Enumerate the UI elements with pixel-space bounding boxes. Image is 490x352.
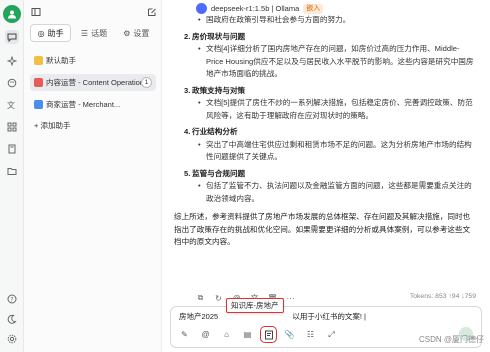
input-toolbar: ✎ @ ⌂ ▤ 📎 ☷ ⤢ — [179, 326, 337, 343]
assistant-message: 国政府在政策引导和社会参与方面的努力。 房价现状与问题 文档[4]详细分析了国内… — [174, 14, 474, 264]
section-heading: 房价现状与问题 — [174, 31, 474, 44]
section-bullet: 文档[4]详细分析了国内房地产存在的问题，如房价过高的压力作用、Middle-P… — [174, 43, 474, 81]
svg-text:?: ? — [10, 297, 13, 304]
gear-icon: ⚙ — [123, 28, 131, 38]
message-text: 国政府在政策引导和社会参与方面的努力。 — [174, 14, 474, 27]
topic-count-badge: 1 — [141, 77, 152, 88]
web-search-icon[interactable]: ⌂ — [221, 329, 232, 340]
section-bullet: 包括了监管不力、执法问题以及金融监管方面的问题，这些都是需要重点关注的政治领域内… — [174, 180, 474, 205]
deepseek-logo-icon — [196, 3, 207, 14]
sidebar-toolbar — [24, 4, 162, 20]
paint-icon[interactable] — [5, 76, 19, 90]
knowledge-base-icon[interactable] — [260, 326, 277, 343]
assistant-item-merchant-ops[interactable]: 商家运营 - Merchant... — [30, 96, 156, 113]
section-bullet: 突出了中高端住宅供应过剩和租赁市场不足的问题。这为分析房地产市场的结构性问题提供… — [174, 139, 474, 164]
folder-icon[interactable] — [5, 164, 19, 178]
more-icon[interactable]: ⋯ — [286, 294, 295, 303]
new-topic-icon[interactable]: ✎ — [179, 329, 190, 340]
sidebar-tabs: ◎ 助手 ☰ 话题 ⚙ 设置 — [30, 24, 156, 42]
robot-icon: ◎ — [37, 28, 45, 38]
new-chat-icon[interactable] — [146, 6, 158, 18]
tab-settings[interactable]: ⚙ 设置 — [117, 24, 156, 42]
list-icon: ☰ — [80, 28, 89, 38]
section-heading: 行业结构分析 — [174, 126, 474, 139]
chat-icon[interactable] — [5, 30, 19, 44]
section-heading: 监管与合规问题 — [174, 168, 474, 181]
translate-icon[interactable]: 文 — [5, 98, 19, 112]
toggle-sidebar-icon[interactable] — [30, 6, 42, 18]
expand-icon[interactable]: ⤢ — [326, 329, 337, 340]
sparkle-icon[interactable] — [5, 54, 19, 68]
assistant-sidebar: ◎ 助手 ☰ 话题 ⚙ 设置 默认助手 内容运营 - Content Opera… — [24, 0, 162, 352]
section-bullet: 文档[5]提供了房住不炒的一系列解决措施，包括稳定房价、完善调控政策、防范风险等… — [174, 97, 474, 122]
emoji-icon — [34, 56, 43, 65]
knowledge-base-tooltip: 知识库-房地产 — [226, 298, 284, 313]
add-assistant-button[interactable]: + 添加助手 — [30, 118, 156, 132]
embed-tag: 嵌入 — [303, 3, 324, 14]
conclusion-text: 综上所述，参考资料提供了房地产市场发展的总体框架、存在问题及其解决措施，同时也指… — [174, 212, 471, 246]
regenerate-icon[interactable]: ↻ — [214, 294, 223, 303]
assistant-item-content-ops[interactable]: 内容运营 - Content Operations 1 — [30, 74, 156, 91]
mention-model-icon[interactable]: @ — [200, 329, 211, 340]
grid-icon[interactable] — [5, 120, 19, 134]
help-icon[interactable]: ? — [5, 292, 19, 306]
agent-icon[interactable]: ▤ — [242, 329, 253, 340]
emoji-icon — [34, 100, 43, 109]
token-count: Tokens: 853 ↑94 ↓759 — [409, 293, 476, 300]
svg-text:文: 文 — [7, 100, 15, 110]
theme-icon[interactable] — [5, 312, 19, 326]
clear-icon[interactable]: ☷ — [305, 329, 316, 340]
section-heading: 政策支持与对策 — [174, 85, 474, 98]
assistant-list: 默认助手 内容运营 - Content Operations 1 商家运营 - … — [30, 52, 156, 132]
tab-assistants[interactable]: ◎ 助手 — [30, 24, 72, 42]
tab-topics[interactable]: ☰ 话题 — [74, 24, 113, 42]
emoji-icon — [34, 78, 43, 87]
watermark: CSDN @厦门德仔 — [418, 335, 484, 344]
user-avatar[interactable] — [3, 5, 21, 23]
model-selector[interactable]: deepseek-r1:1.5b | Ollama 嵌入 — [196, 3, 324, 14]
attachment-icon[interactable]: 📎 — [284, 329, 295, 340]
assistant-item-default[interactable]: 默认助手 — [30, 52, 156, 69]
copy-icon[interactable]: ⧉ — [196, 293, 205, 303]
book-icon[interactable] — [5, 142, 19, 156]
settings-icon[interactable] — [5, 332, 19, 346]
app-rail: 文 ? — [0, 0, 24, 352]
